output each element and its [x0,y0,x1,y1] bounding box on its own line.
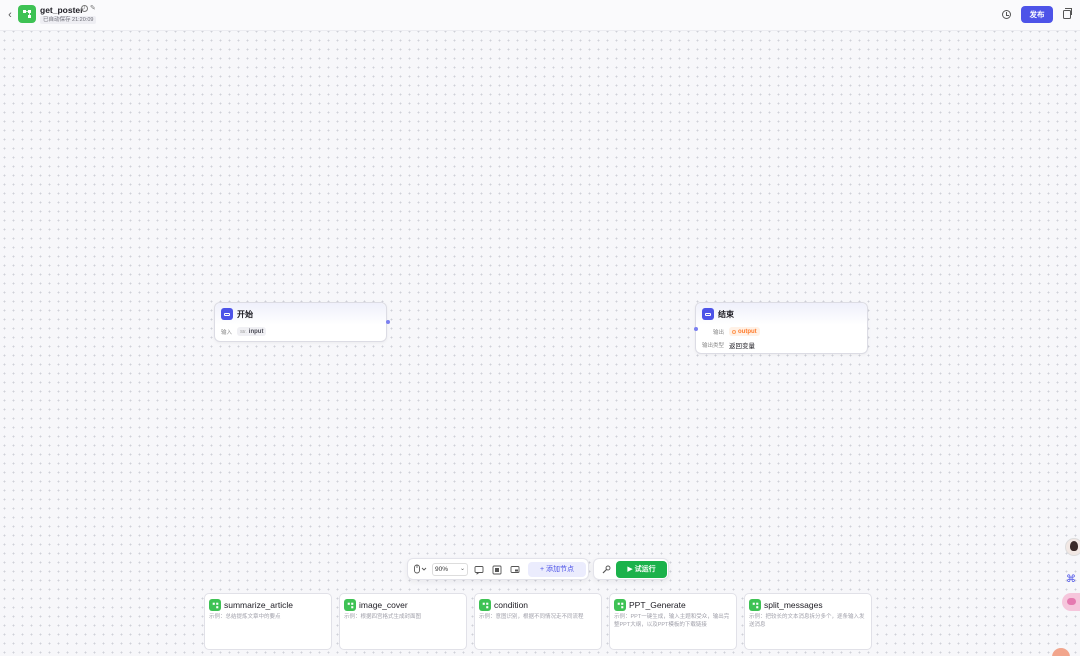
variable-icon [732,329,737,334]
zoom-select[interactable]: 90% ⌄ [432,563,468,576]
end-node-icon [702,308,714,320]
template-card[interactable]: split_messages 示例：把较长的文本消息拆分多个，逐条输入发送消息 [744,593,872,650]
pointer-mode-icon[interactable] [413,564,427,579]
input-label: 输入 [221,329,233,336]
edit-icon[interactable]: ✎ [90,5,96,13]
run-toolbar: ▶ 试运行 [593,558,669,580]
start-node[interactable]: 开始 输入 Str. input [214,302,390,342]
workflow-icon [209,599,221,611]
bot-icon[interactable] [1062,593,1080,611]
assistant-avatar[interactable] [1065,538,1080,556]
workflow-icon [749,599,761,611]
history-icon[interactable] [1002,10,1011,19]
info-icon[interactable]: i [81,5,88,12]
apps-icon[interactable]: ⌘ [1066,572,1080,588]
layout-icon[interactable] [510,565,520,579]
app-name: get_poster [40,5,84,15]
template-card[interactable]: condition 示例：意图识别，根据不同情况走不同流程 [474,593,602,650]
template-card[interactable]: summarize_article 示例：总结提炼文章中的要点 [204,593,332,650]
test-run-button[interactable]: ▶ 试运行 [616,561,667,578]
add-node-button[interactable]: + 添加节点 [528,562,586,577]
copy-icon[interactable] [1063,8,1072,19]
top-bar: ‹ get_poster i ✎ 已自动保存 21:20:09 发布 [0,0,1080,31]
start-node-output-port[interactable] [386,320,390,324]
template-desc: 示例：把较长的文本消息拆分多个，逐条输入发送消息 [749,614,865,628]
template-title: condition [494,600,529,610]
template-card[interactable]: image_cover 示例：根据四宫格式生成封面图 [339,593,467,650]
output-label: 输出 [713,329,725,336]
help-icon[interactable] [1052,648,1070,656]
save-status: 已自动保存 21:20:09 [40,16,97,24]
output-type-label: 输出类型 [702,342,725,349]
input-name: input [248,328,264,335]
template-title: PPT_Generate [629,600,686,610]
template-desc: 示例：PPT一键生成，输入主题和受众，输出完整PPT大纲，以及PPT模板的下载链… [614,614,730,628]
template-title: image_cover [359,600,408,610]
workflow-icon [479,599,491,611]
workflow-icon [18,5,36,23]
workflow-icon [614,599,626,611]
comment-icon[interactable] [474,565,484,579]
chevron-left-icon[interactable]: ‹ [4,8,16,22]
template-desc: 示例：根据四宫格式生成封面图 [344,614,422,620]
output-name: output [738,328,757,335]
start-node-title: 开始 [237,309,253,319]
start-node-icon [221,308,233,320]
template-desc: 示例：总结提炼文章中的要点 [209,614,281,620]
workflow-icon [344,599,356,611]
chevron-down-icon: ⌄ [459,566,465,572]
output-variable-pill: output [729,327,760,336]
template-title: summarize_article [224,600,293,610]
minimap-icon[interactable] [492,565,502,579]
input-variable-pill: Str. input [237,327,267,336]
canvas-toolbar: 90% ⌄ + 添加节点 [407,558,589,580]
publish-button[interactable]: 发布 [1021,6,1053,23]
end-node[interactable]: 结束 输出 output 输出类型 返回变量 [694,302,868,354]
end-node-input-port[interactable] [694,327,698,331]
output-type-value: 返回变量 [729,342,756,350]
wrench-icon[interactable] [601,565,611,579]
start-node-header: 开始 [215,303,386,325]
template-desc: 示例：意图识别，根据不同情况走不同流程 [479,614,584,620]
start-node-input-row: 输入 Str. input [215,325,386,338]
end-node-header: 结束 [696,303,867,325]
input-type: Str. [240,329,247,334]
template-card[interactable]: PPT_Generate 示例：PPT一键生成，输入主题和受众，输出完整PPT大… [609,593,737,650]
template-title: split_messages [764,600,823,610]
zoom-value: 90% [435,566,449,573]
end-node-title: 结束 [718,309,734,319]
end-node-output-type-row: 输出类型 返回变量 [696,338,867,351]
end-node-output-row: 输出 output [696,325,867,338]
